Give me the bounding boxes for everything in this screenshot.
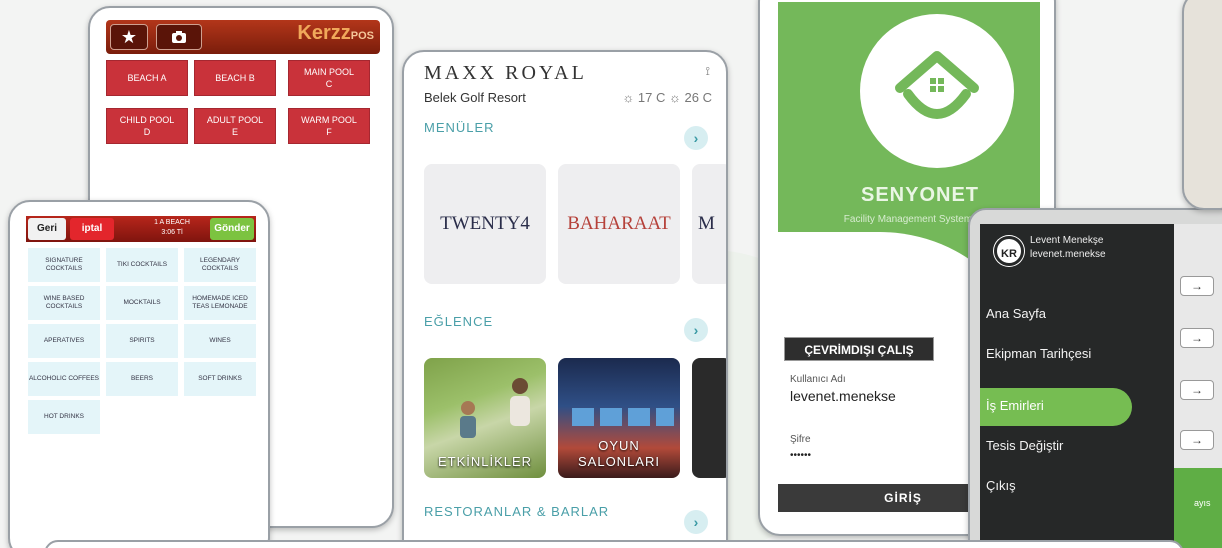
username-field[interactable]: levenet.menekse [790,388,896,404]
temperature: ☼ 17 C ☼ 26 C [622,90,712,105]
order-title: 1 A BEACH 3:06 Tl [154,219,190,236]
row-arrow-icon[interactable]: → [1180,430,1214,450]
back-button[interactable]: Geri [28,218,66,240]
category-item[interactable]: APERATIVES [28,324,100,358]
category-item[interactable]: SPIRITS [106,324,178,358]
nav-item-equipment-history[interactable]: Ekipman Tarihçesi [986,346,1091,361]
table-tile[interactable]: BEACH B [194,60,276,96]
password-label: Şifre [790,434,811,445]
send-button[interactable]: Gönder [210,218,254,240]
nav-item-change-facility[interactable]: Tesis Değiştir [986,438,1063,453]
menu-card[interactable]: BAHARAAT [558,164,680,284]
activity-label: OYUN SALONLARI [578,438,660,469]
section-menus: MENÜLER [424,120,495,135]
activity-label: ETKİNLİKLER [437,454,533,469]
section-restaurants: RESTORANLAR & BARLAR [424,504,610,519]
category-item[interactable]: HOT DRINKS [28,400,100,434]
section-fun: EĞLENCE [424,314,494,329]
menu-card[interactable]: TWENTY4 [424,164,546,284]
category-item[interactable]: WINE BASED COCKTAILS [28,286,100,320]
category-item[interactable]: BEERS [106,362,178,396]
category-item[interactable]: ALCOHOLIC COFFEES [28,362,100,396]
table-tile[interactable]: WARM POOL F [288,108,370,144]
maxx-logo: MAXX ROYAL [424,62,587,84]
row-arrow-icon[interactable]: → [1180,328,1214,348]
nav-item-work-orders[interactable]: İş Emirleri [986,398,1044,413]
nav-item-home[interactable]: Ana Sayfa [986,306,1046,321]
cancel-button[interactable]: iptal [70,218,114,240]
app-title: SENYONET [860,184,980,206]
green-banner: ayıs [1174,468,1222,548]
table-tile[interactable]: MAIN POOL C [288,60,370,96]
activity-card[interactable] [692,358,726,478]
bottom-panel [44,540,1184,548]
kerzz-header: ★ KerzzPOS [106,20,380,54]
row-arrow-icon[interactable]: → [1180,276,1214,296]
home-logo-icon [860,14,1014,168]
partial-phone [1182,0,1222,210]
offline-button[interactable]: ÇEVRİMDIŞI ÇALIŞ [784,337,934,361]
nav-item-logout[interactable]: Çıkış [986,478,1016,493]
activity-card[interactable]: ETKİNLİKLER [424,358,546,478]
avatar: KR [994,236,1024,266]
category-item[interactable]: HOMEMADE ICED TEAS LEMONADE [184,286,256,320]
table-tile[interactable]: BEACH A [106,60,188,96]
menu-card[interactable]: M [692,164,726,284]
resort-name: Belek Golf Resort [424,90,526,105]
banner-text: ayıs [1194,498,1211,508]
wifi-icon: ⟟ [705,64,710,78]
table-tile[interactable]: ADULT POOL E [194,108,276,144]
password-field[interactable]: •••••• [790,450,811,461]
category-item[interactable]: SOFT DRINKS [184,362,256,396]
star-icon[interactable]: ★ [110,24,148,50]
category-item[interactable]: MOCKTAILS [106,286,178,320]
table-tile[interactable]: CHILD POOL D [106,108,188,144]
category-item[interactable]: TIKI COCKTAILS [106,248,178,282]
order-toolbar: Geri iptal 1 A BEACH 3:06 Tl Gönder [26,216,256,242]
category-item[interactable]: SIGNATURE COCKTAILS [28,248,100,282]
menus-arrow-icon[interactable]: › [684,126,708,150]
category-item[interactable]: WINES [184,324,256,358]
user-info: Levent Menekşe levenet.menekse [1030,235,1106,260]
drawer-phone: → → → → ayıs KR Levent Menekşe levenet.me… [968,208,1222,548]
kerzz-logo: KerzzPOS [297,22,374,44]
category-item[interactable]: LEGENDARY COCKTAILS [184,248,256,282]
fun-arrow-icon[interactable]: › [684,318,708,342]
activity-card[interactable]: OYUN SALONLARI [558,358,680,478]
maxx-phone: MAXX ROYAL ⟟ Belek Golf Resort ☼ 17 C ☼ … [402,50,728,548]
order-phone: Geri iptal 1 A BEACH 3:06 Tl Gönder SIGNA… [8,200,270,548]
restaurants-arrow-icon[interactable]: › [684,510,708,534]
username-label: Kullanıcı Adı [790,374,846,385]
camera-icon[interactable] [156,24,202,50]
navigation-drawer: KR Levent Menekşe levenet.menekse Ana Say… [980,224,1174,548]
row-arrow-icon[interactable]: → [1180,380,1214,400]
